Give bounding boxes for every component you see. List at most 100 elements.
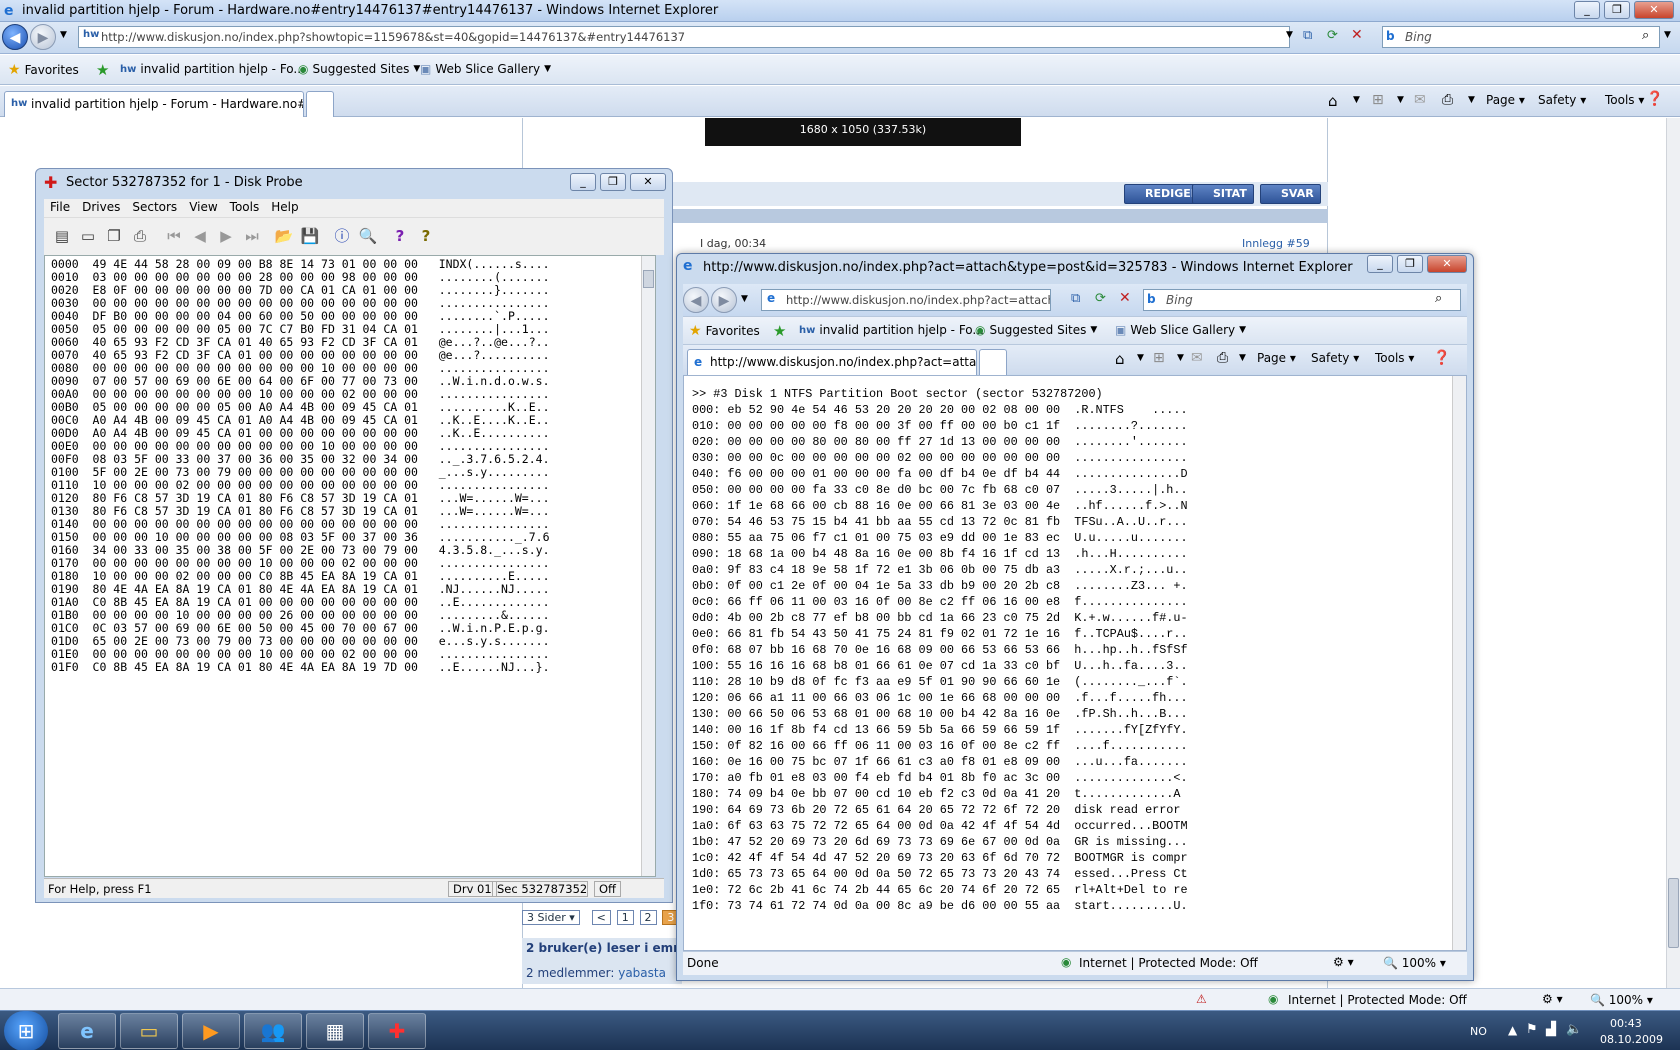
close-button[interactable]: ✕ [1634, 1, 1674, 19]
search-icon[interactable]: ⌕ [1435, 291, 1442, 306]
show-hidden-icons-icon[interactable]: ▲ [1508, 1023, 1517, 1037]
home-icon[interactable]: ⌂ [1115, 350, 1125, 368]
find-icon[interactable]: 🔍 [356, 224, 380, 248]
menu-view[interactable]: View [183, 199, 223, 215]
feeds-icon[interactable]: ⊞ [1372, 92, 1384, 108]
recent-pages-dropdown-icon[interactable]: ▼ [741, 294, 748, 304]
pager-prev[interactable]: < [591, 910, 611, 925]
chevron-down-icon[interactable]: ▼ [1468, 95, 1475, 105]
network-icon[interactable]: ▟ [1546, 1022, 1556, 1037]
view-bytes-icon[interactable]: ▤ [50, 224, 74, 248]
minimize-button[interactable]: _ [570, 173, 596, 191]
tab-attachment[interactable]: e http://www.diskusjon.no/index.php?act=… [687, 349, 977, 375]
scrollbar-thumb[interactable] [643, 270, 654, 288]
menu-help[interactable]: Help [265, 199, 304, 215]
next-sector-icon[interactable]: ▶ [214, 224, 238, 248]
fav-item-forum[interactable]: hw invalid partition hjelp - Fo... [799, 323, 984, 337]
taskbar-explorer-icon[interactable]: ▭ [120, 1013, 178, 1049]
print-icon[interactable]: ⎙ [128, 224, 152, 248]
fav-item-suggested-sites[interactable]: ◉ Suggested Sites ▼ [975, 323, 1097, 337]
taskbar-ie-icon[interactable]: e [58, 1013, 116, 1049]
pager-page-2[interactable]: 2 [639, 910, 657, 925]
taskbar-control-panel-icon[interactable]: ▦ [306, 1013, 364, 1049]
recent-pages-dropdown-icon[interactable]: ▼ [60, 30, 67, 40]
back-button[interactable]: ◀ [2, 24, 28, 50]
view-words-icon[interactable]: ▭ [76, 224, 100, 248]
clock-date[interactable]: 08.10.2009 [1600, 1033, 1663, 1046]
address-dropdown-icon[interactable]: ▼ [1286, 30, 1293, 40]
new-tab-button[interactable] [979, 349, 1007, 375]
tab-forum[interactable]: hw invalid partition hjelp - Forum - Har… [4, 91, 304, 117]
context-help-icon[interactable]: ? [414, 224, 438, 248]
chevron-down-icon[interactable]: ▼ [1177, 353, 1184, 363]
page-menu[interactable]: Page ▾ [1257, 351, 1296, 365]
popup-scrollbar[interactable] [1452, 376, 1466, 950]
stop-icon[interactable]: ✕ [1119, 290, 1131, 306]
back-button[interactable]: ◀ [683, 287, 709, 313]
zoom-control[interactable]: 🔍 100% ▾ [1590, 993, 1653, 1007]
new-tab-button[interactable] [306, 91, 334, 117]
tools-menu[interactable]: Tools ▾ [1605, 93, 1644, 107]
language-indicator[interactable]: NO [1470, 1025, 1487, 1038]
pager-page-1[interactable]: 1 [616, 910, 634, 925]
hex-scrollbar[interactable] [641, 256, 655, 876]
tools-menu[interactable]: Tools ▾ [1375, 351, 1414, 365]
start-button[interactable]: ⊞ [4, 1011, 48, 1050]
taskbar-messenger-icon[interactable]: 👥 [244, 1013, 302, 1049]
clock-time[interactable]: 00:43 [1610, 1017, 1642, 1030]
taskbar-diskprobe-icon[interactable]: ✚ [368, 1013, 426, 1049]
help-icon[interactable]: ❓ [1433, 350, 1450, 366]
chevron-down-icon[interactable]: ▼ [1137, 353, 1144, 363]
forward-button[interactable]: ▶ [711, 287, 737, 313]
minimize-button[interactable]: _ [1574, 1, 1600, 19]
open-icon[interactable]: 📂 [272, 224, 296, 248]
member-link[interactable]: yabasta [618, 966, 666, 980]
home-icon[interactable]: ⌂ [1328, 92, 1338, 110]
print-icon[interactable]: ⎙ [1217, 350, 1228, 366]
fav-item-forum[interactable]: hw invalid partition hjelp - Fo... [120, 62, 305, 76]
refresh-icon[interactable]: ⟳ [1327, 28, 1338, 43]
chevron-down-icon[interactable]: ▼ [1239, 353, 1246, 363]
search-input[interactable]: Bing [1382, 26, 1660, 48]
help-icon[interactable]: ? [388, 224, 412, 248]
stop-icon[interactable]: ✕ [1351, 27, 1363, 43]
search-options-icon[interactable]: ▼ [1664, 30, 1671, 40]
menu-sectors[interactable]: Sectors [126, 199, 183, 215]
page-scrollbar[interactable] [1666, 118, 1680, 988]
info-icon[interactable]: ⓘ [330, 224, 354, 248]
zoom-control[interactable]: 🔍 100% ▾ [1383, 956, 1446, 970]
pages-dropdown[interactable]: 3 Sider ▾ [522, 910, 580, 925]
safety-menu[interactable]: Safety ▾ [1538, 93, 1586, 107]
fav-item-suggested-sites[interactable]: ◉ Suggested Sites ▼ [298, 62, 420, 76]
add-favorite-icon[interactable]: ★ [96, 61, 109, 79]
popup-search-input[interactable]: Bing [1143, 289, 1461, 311]
search-icon[interactable]: ⌕ [1642, 28, 1649, 43]
page-menu[interactable]: Page ▾ [1486, 93, 1525, 107]
mail-icon[interactable]: ✉ [1191, 350, 1203, 366]
post-number-link[interactable]: Innlegg #59 [1242, 237, 1310, 250]
menu-tools[interactable]: Tools [224, 199, 266, 215]
scrollbar-thumb[interactable] [1668, 878, 1679, 948]
safety-menu[interactable]: Safety ▾ [1311, 351, 1359, 365]
protected-mode-icon[interactable]: ⚙ ▾ [1542, 992, 1563, 1006]
save-icon[interactable]: 💾 [298, 224, 322, 248]
close-button[interactable]: ✕ [1427, 255, 1467, 273]
mail-icon[interactable]: ✉ [1414, 92, 1426, 108]
address-input[interactable]: http://www.diskusjon.no/index.php?showto… [78, 26, 1290, 48]
add-favorite-icon[interactable]: ★ [773, 322, 786, 340]
popup-blocked-icon[interactable]: ⚠ [1196, 992, 1207, 1006]
favorites-button[interactable]: ★ Favorites [689, 323, 760, 339]
help-icon[interactable]: ❓ [1646, 91, 1663, 107]
popup-content[interactable]: >> #3 Disk 1 NTFS Partition Boot sector … [683, 375, 1467, 951]
diskprobe-hex-view[interactable]: 0000 49 4E 44 58 28 00 09 00 B8 8E 14 73… [44, 255, 656, 877]
prev-sector-icon[interactable]: ◀ [188, 224, 212, 248]
action-center-icon[interactable]: ⚑ [1526, 1022, 1538, 1037]
refresh-icon[interactable]: ⟳ [1095, 291, 1106, 306]
volume-icon[interactable]: 🔈 [1566, 1022, 1582, 1037]
maximize-button[interactable]: ❐ [600, 173, 626, 191]
maximize-button[interactable]: ❐ [1604, 1, 1630, 19]
menu-drives[interactable]: Drives [76, 199, 126, 215]
svar-button[interactable]: SVAR [1260, 184, 1321, 204]
chevron-down-icon[interactable]: ▼ [1397, 95, 1404, 105]
taskbar-media-player-icon[interactable]: ▶ [182, 1013, 240, 1049]
